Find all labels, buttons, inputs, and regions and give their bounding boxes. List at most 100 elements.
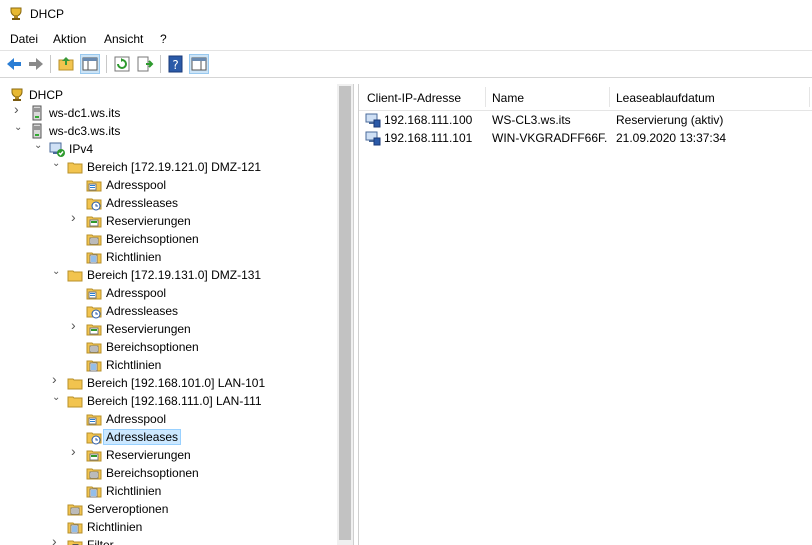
tree-node-scope[interactable]: ⌄ Bereich [172.19.131.0] DMZ-131: [0, 266, 336, 284]
tree-scrollbar[interactable]: [337, 84, 353, 545]
lease-client-icon: [365, 131, 381, 146]
expand-chevron-icon[interactable]: ›: [52, 372, 62, 386]
back-arrow-icon[interactable]: [4, 54, 24, 74]
client-name-cell: WIN-VKGRADFF66F...: [492, 131, 607, 145]
tree-node-policies[interactable]: Richtlinien: [0, 356, 336, 374]
collapse-chevron-icon[interactable]: ⌄: [52, 159, 62, 169]
address-pool-icon: [86, 414, 102, 426]
refresh-icon[interactable]: [112, 54, 132, 74]
collapse-chevron-icon[interactable]: ⌄: [52, 267, 62, 277]
tree-node-filter-label: Filter: [87, 538, 114, 545]
console-tree[interactable]: DHCP › ws-dc1.ws.its ⌄ ws-dc3.ws.its ⌄ IPv4 ⌄ Be…: [0, 84, 354, 545]
tree-node-scope-label: Bereich [172.19.121.0] DMZ-121: [87, 160, 262, 174]
policies-icon: [67, 522, 83, 534]
menu-aktion[interactable]: Aktion: [53, 32, 86, 46]
tree-node-reservations[interactable]: › Reservierungen: [0, 318, 336, 338]
tree-node-server[interactable]: › ws-dc1.ws.its: [0, 102, 336, 122]
reservations-icon: [86, 324, 102, 336]
tree-node-policies[interactable]: Richtlinien: [0, 482, 336, 500]
expand-chevron-icon[interactable]: ›: [71, 444, 81, 458]
tree-node-reservations[interactable]: › Reservierungen: [0, 444, 336, 464]
tree-node-reservations[interactable]: › Reservierungen: [0, 210, 336, 230]
show-action-pane-button[interactable]: [189, 54, 209, 74]
tree-node-scope-label: Bereich [172.19.131.0] DMZ-131: [87, 268, 262, 282]
address-pool-icon: [86, 180, 102, 192]
tree-node-reservations-label: Reservierungen: [106, 448, 191, 462]
scope-folder-icon: [67, 162, 83, 174]
tree-node-ipv4[interactable]: ⌄ IPv4: [0, 140, 336, 158]
tree-node-scope-options[interactable]: Bereichsoptionen: [0, 464, 336, 482]
column-header-lease-expiry[interactable]: Leaseablaufdatum: [616, 91, 715, 105]
tree-node-server-options-label: Serveroptionen: [87, 502, 169, 516]
tree-scrollbar-thumb[interactable]: [339, 86, 351, 540]
show-console-tree-button[interactable]: [80, 54, 100, 74]
expand-chevron-icon[interactable]: ›: [71, 318, 81, 332]
tree-node-dhcp-label: DHCP: [29, 88, 64, 102]
server-icon: [32, 105, 42, 121]
forward-arrow-icon[interactable]: [26, 54, 46, 74]
tree-node-scope-options-label: Bereichsoptionen: [106, 340, 199, 354]
column-divider[interactable]: [809, 87, 810, 107]
tree-node-address-pool-label: Adresspool: [106, 412, 167, 426]
tree-node-address-pool-label: Adresspool: [106, 286, 167, 300]
expand-chevron-icon[interactable]: ›: [52, 534, 62, 545]
column-header-name[interactable]: Name: [492, 91, 524, 105]
tree-node-server-options[interactable]: Serveroptionen: [0, 500, 336, 518]
reservations-icon: [86, 216, 102, 228]
title-bar: DHCP: [0, 0, 812, 28]
policies-icon: [86, 486, 102, 498]
help-icon[interactable]: ?: [166, 54, 186, 74]
up-folder-icon[interactable]: [56, 54, 76, 74]
tree-node-policies-label: Richtlinien: [106, 484, 162, 498]
column-divider[interactable]: [485, 87, 486, 107]
dhcp-app-icon: [10, 7, 22, 20]
tree-node-scope[interactable]: ⌄ Bereich [192.168.111.0] LAN-111: [0, 392, 336, 410]
lease-expiry-cell: 21.09.2020 13:37:34: [616, 131, 727, 145]
tree-node-policies[interactable]: Richtlinien: [0, 518, 336, 536]
tree-node-address-pool[interactable]: Adresspool: [0, 176, 336, 194]
results-list[interactable]: Client-IP-Adresse Name Leaseablaufdatum …: [358, 84, 812, 545]
toolbar-separator: [50, 55, 51, 73]
menu-ansicht[interactable]: Ansicht: [104, 32, 143, 46]
lease-row[interactable]: 192.168.111.100 WS-CL3.ws.its Reservierung…: [359, 111, 812, 129]
policies-icon: [86, 360, 102, 372]
collapse-chevron-icon[interactable]: ⌄: [34, 141, 44, 151]
tree-node-address-leases[interactable]: Adressleases: [0, 428, 336, 446]
tree-node-address-leases[interactable]: Adressleases: [0, 194, 336, 212]
tree-node-scope-options[interactable]: Bereichsoptionen: [0, 338, 336, 356]
collapse-chevron-icon[interactable]: ⌄: [52, 393, 62, 403]
tree-node-policies-label: Richtlinien: [87, 520, 143, 534]
scope-options-icon: [86, 234, 102, 246]
collapse-chevron-icon[interactable]: ⌄: [14, 123, 24, 133]
tree-node-scope-options[interactable]: Bereichsoptionen: [0, 230, 336, 248]
menu-datei[interactable]: Datei: [10, 32, 38, 46]
tree-node-scope[interactable]: ⌄ Bereich [172.19.121.0] DMZ-121: [0, 158, 336, 176]
column-divider[interactable]: [609, 87, 610, 107]
tree-node-policies[interactable]: Richtlinien: [0, 248, 336, 266]
tree-node-policies-label: Richtlinien: [106, 250, 162, 264]
tree-node-address-pool-label: Adresspool: [106, 178, 167, 192]
tree-node-scope[interactable]: › Bereich [192.168.101.0] LAN-101: [0, 372, 336, 392]
expand-chevron-icon[interactable]: ›: [71, 210, 81, 224]
ipv4-network-icon: [49, 142, 65, 157]
column-header-client-ip[interactable]: Client-IP-Adresse: [367, 91, 461, 105]
scope-folder-icon: [67, 270, 83, 282]
tree-node-dhcp[interactable]: DHCP: [0, 86, 336, 104]
tree-node-ipv4-label: IPv4: [69, 142, 94, 156]
svg-text:?: ?: [172, 58, 178, 72]
tree-node-address-leases[interactable]: Adressleases: [0, 302, 336, 320]
menu-help[interactable]: ?: [160, 32, 167, 46]
tree-node-address-pool[interactable]: Adresspool: [0, 410, 336, 428]
reservations-icon: [86, 450, 102, 462]
address-leases-icon: [86, 198, 102, 211]
scope-options-icon: [86, 468, 102, 480]
tree-node-filter[interactable]: › Filter: [0, 534, 336, 545]
tree-node-scope-label: Bereich [192.168.111.0] LAN-111: [87, 394, 262, 408]
lease-row[interactable]: 192.168.111.101 WIN-VKGRADFF66F... 21.09.2…: [359, 129, 812, 147]
tree-node-address-pool[interactable]: Adresspool: [0, 284, 336, 302]
expand-chevron-icon[interactable]: ›: [14, 102, 24, 116]
tree-node-server[interactable]: ⌄ ws-dc3.ws.its: [0, 122, 336, 140]
scope-folder-icon: [67, 396, 83, 408]
export-list-icon[interactable]: [135, 54, 155, 74]
tree-node-server-label: ws-dc3.ws.its: [49, 124, 121, 138]
